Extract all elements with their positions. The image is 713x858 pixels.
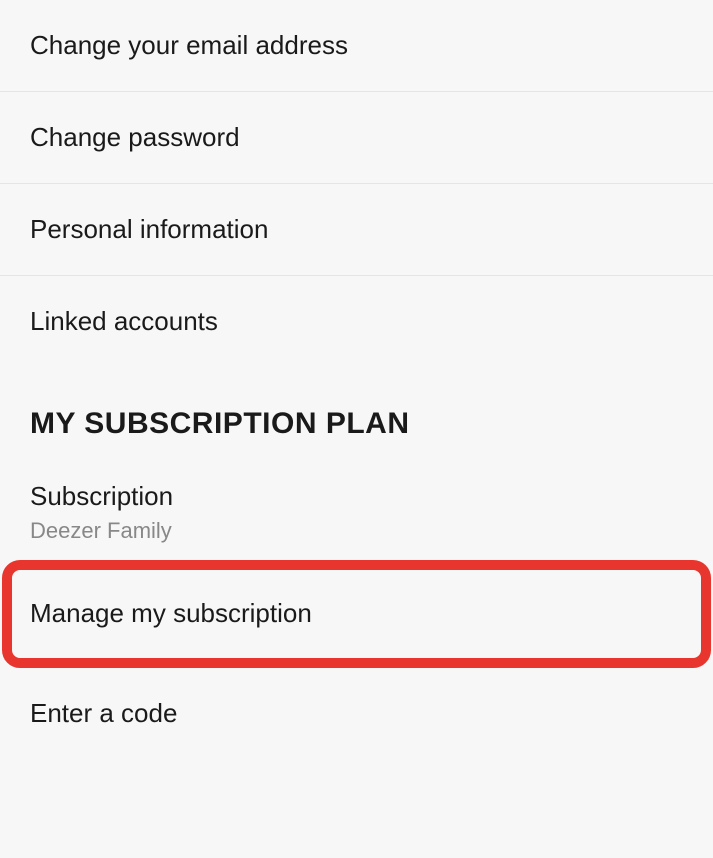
linked-accounts-item[interactable]: Linked accounts: [0, 276, 713, 367]
change-password-item[interactable]: Change password: [0, 92, 713, 184]
enter-code-label: Enter a code: [30, 698, 177, 728]
subscription-plan-item[interactable]: Subscription Deezer Family: [0, 461, 713, 556]
subscription-plan-value: Deezer Family: [30, 518, 683, 544]
subscription-section-header: MY SUBSCRIPTION PLAN: [0, 367, 713, 461]
linked-accounts-label: Linked accounts: [30, 306, 218, 336]
change-email-label: Change your email address: [30, 30, 348, 60]
change-email-item[interactable]: Change your email address: [0, 0, 713, 92]
manage-subscription-label: Manage my subscription: [30, 598, 312, 628]
subscription-plan-label: Subscription: [30, 481, 683, 512]
manage-subscription-wrapper: Manage my subscription: [4, 568, 709, 660]
enter-code-item[interactable]: Enter a code: [0, 668, 713, 759]
change-password-label: Change password: [30, 122, 240, 152]
personal-info-item[interactable]: Personal information: [0, 184, 713, 276]
personal-info-label: Personal information: [30, 214, 268, 244]
settings-container: Change your email address Change passwor…: [0, 0, 713, 759]
manage-subscription-item[interactable]: Manage my subscription: [4, 568, 709, 660]
subscription-header-text: MY SUBSCRIPTION PLAN: [30, 407, 409, 440]
